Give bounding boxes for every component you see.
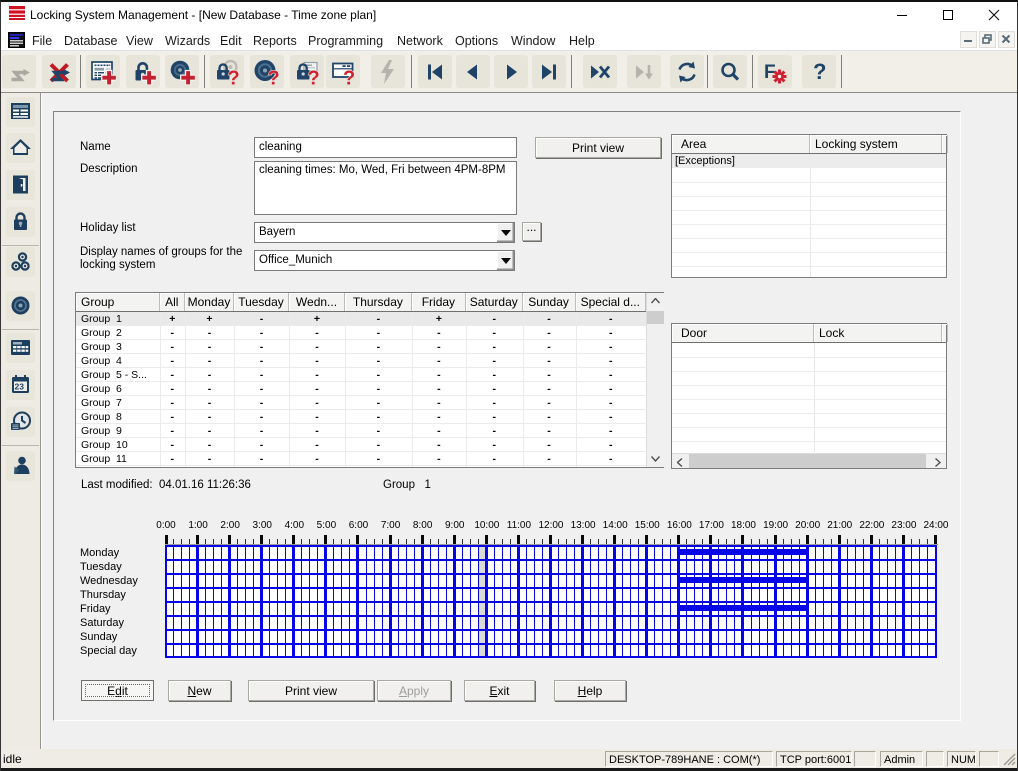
svg-text:?: ? bbox=[268, 68, 280, 86]
svg-text:?: ? bbox=[228, 68, 240, 86]
svg-text:?: ? bbox=[343, 68, 355, 86]
svg-text:23: 23 bbox=[15, 382, 25, 392]
svg-text:?: ? bbox=[813, 59, 826, 84]
svg-text:?: ? bbox=[308, 68, 320, 86]
